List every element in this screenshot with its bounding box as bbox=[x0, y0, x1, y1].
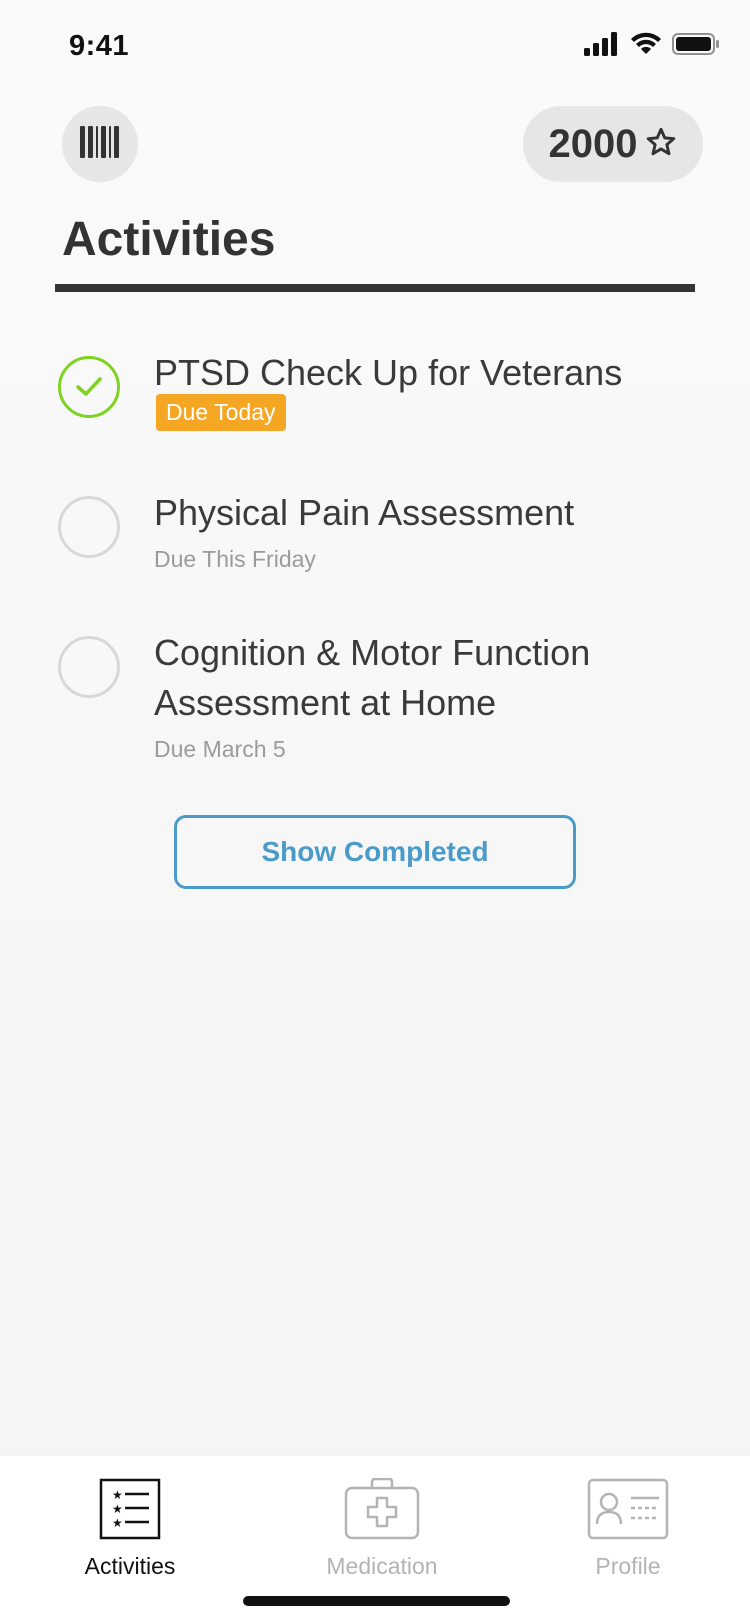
activity-title: Physical Pain Assessment bbox=[154, 492, 575, 533]
svg-text:★: ★ bbox=[112, 1516, 123, 1530]
tab-label: Activities bbox=[84, 1553, 176, 1579]
tab-activities[interactable]: ★ ★ ★ Activities bbox=[30, 1478, 230, 1588]
svg-text:★: ★ bbox=[112, 1502, 123, 1516]
battery-icon bbox=[672, 32, 720, 61]
activity-title: PTSD Check Up for Veterans bbox=[154, 352, 623, 393]
star-icon bbox=[645, 126, 677, 163]
svg-text:★: ★ bbox=[112, 1488, 123, 1502]
barcode-scan-button[interactable] bbox=[62, 106, 138, 182]
tab-label: Profile bbox=[595, 1553, 661, 1579]
tab-medication[interactable]: Medication bbox=[282, 1477, 482, 1588]
show-completed-button[interactable]: Show Completed bbox=[174, 815, 576, 889]
tab-profile[interactable]: Profile bbox=[528, 1478, 728, 1588]
activity-title: Cognition & Motor Function Assessment at… bbox=[154, 632, 591, 723]
points-value: 2000 bbox=[548, 121, 638, 166]
activity-due-date: Due March 5 bbox=[154, 736, 286, 762]
due-today-badge: Due Today bbox=[156, 394, 286, 431]
header: 2000 bbox=[0, 106, 750, 182]
tab-label: Medication bbox=[326, 1553, 438, 1579]
cellular-signal-icon bbox=[584, 32, 620, 61]
activity-checkbox[interactable] bbox=[58, 496, 120, 558]
wifi-icon bbox=[630, 32, 662, 61]
points-button[interactable]: 2000 bbox=[523, 106, 703, 182]
activity-due-date: Due This Friday bbox=[154, 546, 316, 572]
id-card-icon bbox=[587, 1478, 669, 1545]
checkmark-icon bbox=[75, 376, 103, 403]
checklist-icon: ★ ★ ★ bbox=[99, 1478, 161, 1545]
activity-completed-checkbox[interactable] bbox=[58, 356, 120, 418]
activity-checkbox[interactable] bbox=[58, 636, 120, 698]
status-time: 9:41 bbox=[69, 30, 130, 62]
medical-kit-icon bbox=[344, 1477, 420, 1545]
status-bar: 9:41 bbox=[0, 0, 750, 90]
status-icons bbox=[584, 32, 720, 61]
barcode-icon bbox=[80, 125, 120, 163]
page-title: Activities bbox=[62, 213, 276, 266]
title-underline bbox=[55, 284, 695, 292]
home-indicator bbox=[243, 1596, 510, 1606]
